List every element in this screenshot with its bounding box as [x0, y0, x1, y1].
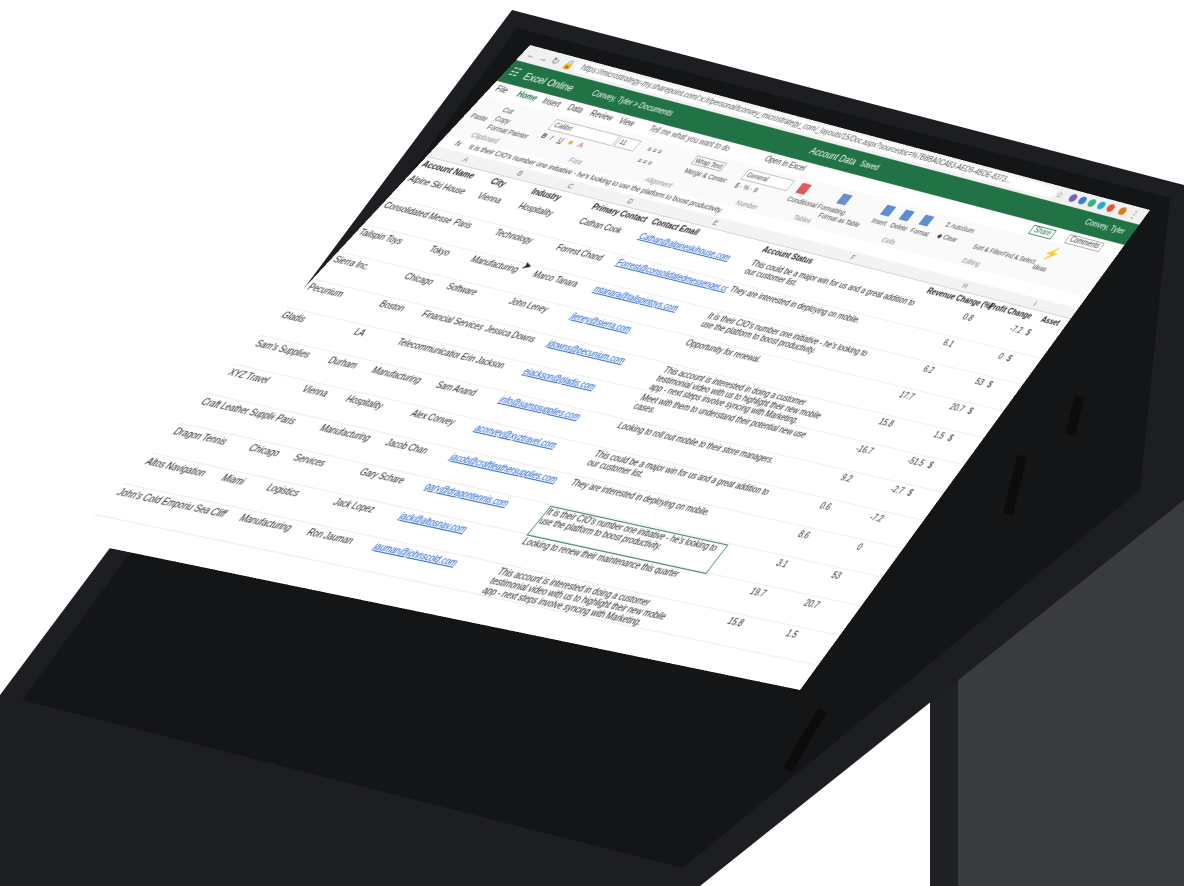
cell-city[interactable]: Boston [376, 299, 424, 318]
cell-profit[interactable]: 53 [936, 368, 986, 388]
cell-profit[interactable]: 20.7 [768, 591, 822, 611]
cell-city[interactable]: Tokyo [426, 245, 473, 263]
cell-asset[interactable] [849, 573, 862, 576]
cell-profit[interactable]: -7.2 [833, 505, 886, 524]
cell-profit[interactable]: -7.2 [975, 316, 1024, 335]
cell-asset[interactable]: $ [1004, 354, 1023, 366]
tab-view[interactable]: View [616, 117, 637, 128]
cell-contact[interactable]: Gary Schare [356, 467, 427, 491]
format-button[interactable]: Format [908, 226, 931, 237]
cell-city[interactable]: LA [351, 327, 399, 346]
cell-profit[interactable]: 1.5 [896, 422, 947, 441]
cell-profit[interactable]: 20.7 [916, 395, 966, 414]
clear-button[interactable]: ◆ Clear [935, 232, 959, 245]
align-icon[interactable]: ≡ ≡ ≡ [635, 156, 655, 167]
fill-color-icon[interactable]: ■ [566, 138, 576, 146]
delete-icon [898, 209, 915, 222]
tab-home[interactable]: Home [514, 91, 540, 104]
font-color-icon[interactable]: A [576, 141, 586, 149]
insert-button[interactable]: Insert [870, 217, 890, 228]
insert-icon [879, 204, 897, 217]
autosum-button[interactable]: Σ AutoSum [944, 221, 977, 235]
cell-asset[interactable] [891, 516, 904, 519]
cell-asset[interactable]: $ [965, 407, 984, 419]
find-select-button[interactable]: Find & Select [1000, 250, 1038, 265]
cell-industry[interactable]: Manufacturing [368, 365, 438, 389]
cell-city[interactable]: Chicago [401, 272, 448, 291]
cell-city[interactable]: Vienna [474, 191, 520, 209]
ideas-button[interactable]: Ideas [1030, 263, 1048, 273]
tab-data[interactable]: Data [565, 104, 586, 115]
cell-asset[interactable]: $ [945, 433, 964, 445]
cell-industry[interactable]: Manufacturing [316, 423, 387, 447]
delete-button[interactable]: Delete [888, 221, 910, 232]
cell-asset[interactable]: $ [985, 380, 1004, 392]
cell-revenue[interactable]: 0.6 [767, 490, 834, 513]
extension-icon[interactable] [1104, 203, 1117, 213]
cell-asset[interactable] [806, 632, 819, 635]
tab-insert[interactable]: Insert [539, 97, 563, 109]
cell-contact[interactable]: Alex Convey [408, 409, 478, 432]
italic-icon[interactable]: I [548, 134, 556, 141]
underline-icon[interactable]: U [556, 136, 567, 144]
cell-profit[interactable]: -2.7 [854, 477, 907, 496]
ideas-icon: ⚡ [1039, 245, 1064, 263]
cell-asset[interactable]: $ [925, 461, 944, 473]
cut-button[interactable]: Cut [500, 106, 516, 115]
cell-industry[interactable]: Services [290, 453, 362, 477]
cell-industry[interactable]: Logistics [263, 482, 336, 506]
cell-asset[interactable]: $ [1023, 328, 1041, 340]
cell-contact[interactable]: Ron Jauman [303, 527, 375, 551]
cell-revenue[interactable]: 8.6 [745, 518, 812, 541]
cell-contact[interactable]: Sam Anand [433, 380, 502, 403]
cell-profit[interactable]: 1.5 [745, 620, 800, 640]
align-icon[interactable]: ≡ ≡ ≡ [645, 145, 665, 155]
cell-industry[interactable]: Manufacturing [236, 513, 310, 537]
header-assets[interactable]: Asset [1039, 315, 1063, 328]
doc-status: Saved [857, 160, 881, 173]
fx-icon: fx [451, 139, 465, 149]
cell-revenue[interactable]: 19.7 [700, 576, 768, 599]
cell-industry[interactable]: Hospitality [515, 202, 581, 225]
cell-asset[interactable] [827, 602, 840, 605]
format-icon [918, 214, 935, 227]
cell-city[interactable]: Paris [450, 218, 497, 236]
menu-icon[interactable]: ⋮ [1127, 209, 1141, 220]
user-name[interactable]: Convey, Tyler [1082, 218, 1127, 236]
tab-review[interactable]: Review [587, 110, 615, 123]
cell-asset[interactable]: $ [905, 488, 925, 500]
cell-profit[interactable]: 0 [956, 342, 1006, 362]
cell-profit[interactable]: 0 [812, 533, 865, 552]
cell-profit[interactable]: 53 [790, 562, 844, 581]
cell-industry[interactable]: Hospitality [343, 394, 414, 418]
tab-file[interactable]: File [492, 85, 510, 95]
paste-button[interactable]: Paste [468, 112, 490, 123]
conditional-formatting-icon [795, 182, 812, 195]
cell-asset[interactable] [870, 544, 883, 547]
format-as-table-icon [836, 193, 853, 206]
sort-filter-button[interactable]: Sort & Filter [971, 243, 1005, 257]
cell-profit[interactable]: -51.5 [875, 449, 927, 469]
cell-contact[interactable]: Jack Lopez [330, 497, 402, 521]
header-city[interactable]: City [488, 177, 509, 189]
profile-avatar[interactable] [1116, 206, 1129, 216]
cell-contact[interactable]: Jacob Chan [382, 438, 452, 461]
cell-revenue[interactable]: 15.8 [677, 606, 746, 629]
cell-contact[interactable]: Erin Jackson [457, 352, 525, 375]
cell-revenue[interactable]: 3.1 [722, 547, 790, 570]
